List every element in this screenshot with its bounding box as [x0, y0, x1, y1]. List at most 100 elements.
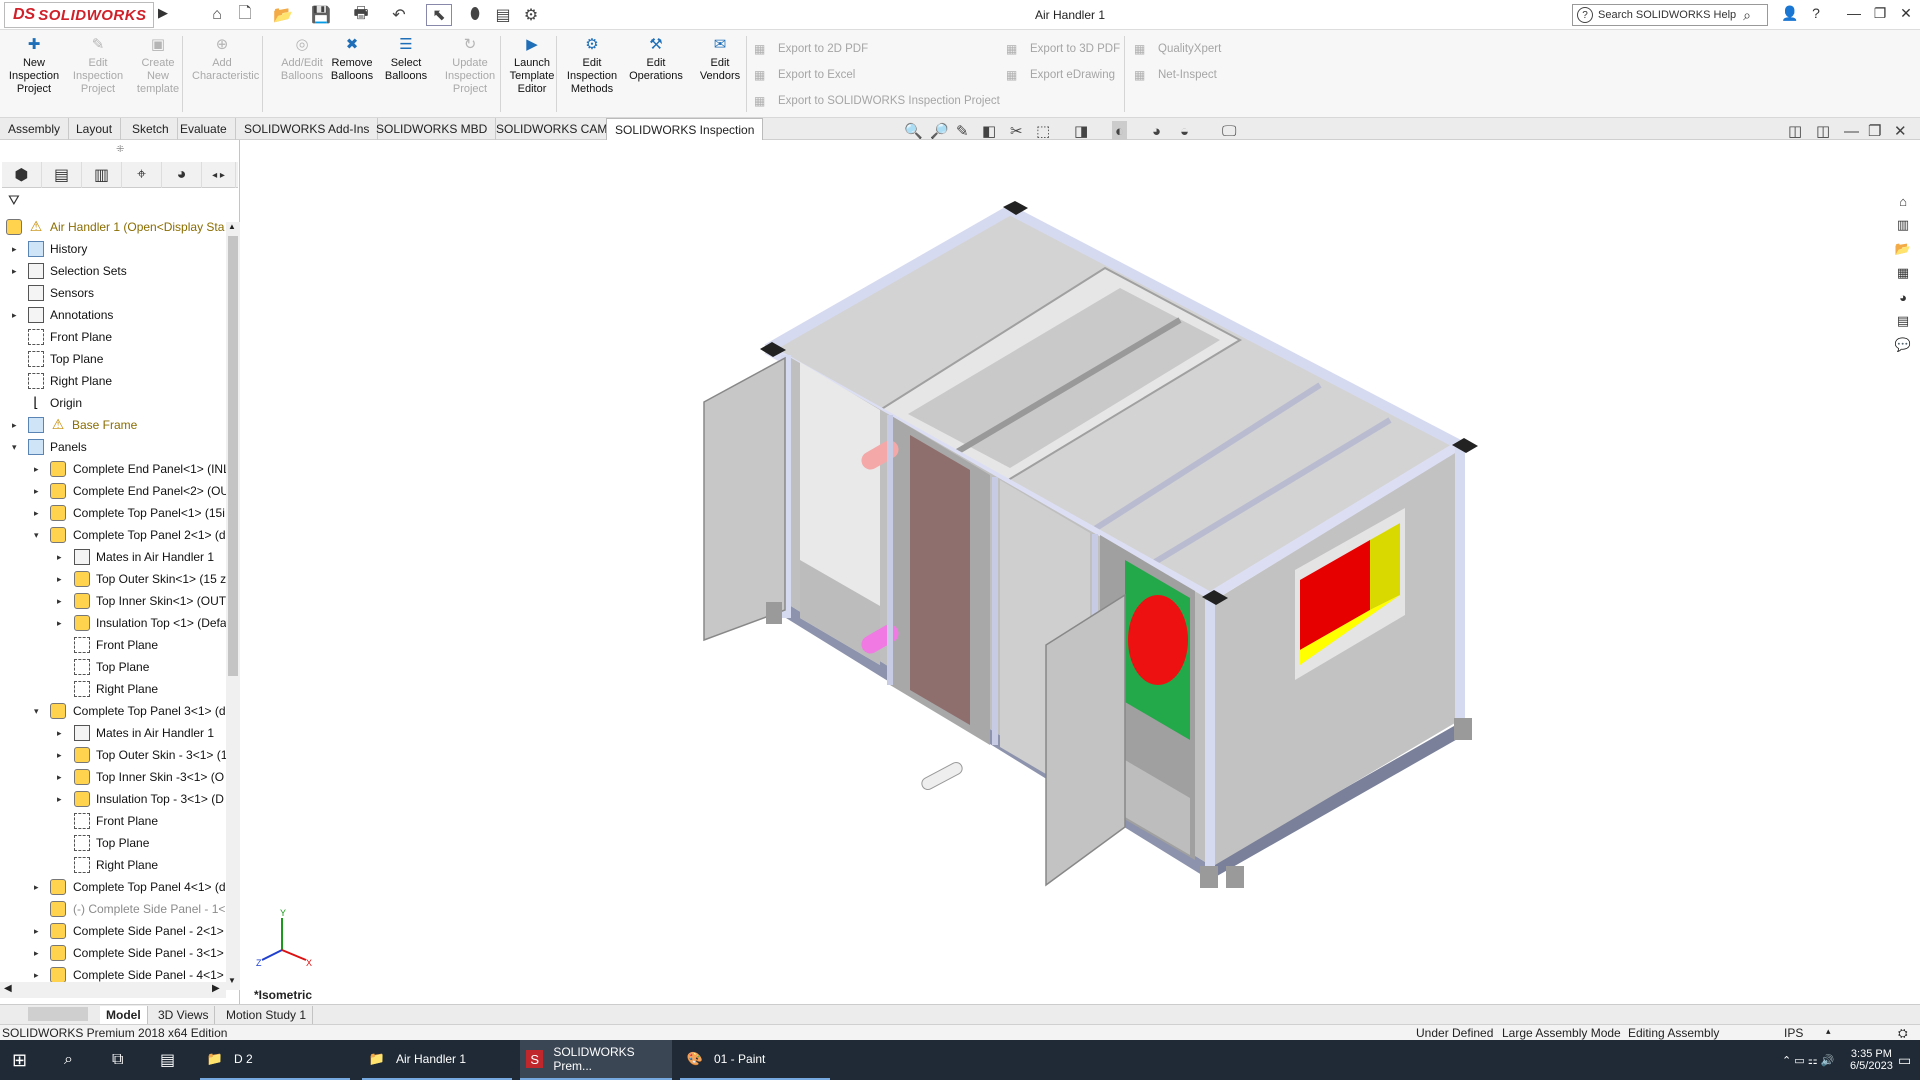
expand-icon[interactable]: ▸: [57, 568, 67, 590]
expand-icon[interactable]: ▸: [34, 502, 44, 524]
collapse-icon[interactable]: ▾: [34, 524, 44, 546]
tree-item[interactable]: (-) Complete Side Panel - 1<: [0, 898, 226, 920]
ribbon-button-11[interactable]: ✉ Edit Vendors: [690, 34, 750, 114]
taskbar-app-0[interactable]: 📁 D 2: [200, 1040, 350, 1080]
dynamic-annotation-icon[interactable]: ✂: [1010, 121, 1023, 141]
rebuild-icon[interactable]: ⬮: [466, 4, 484, 26]
units-dropdown-icon[interactable]: ▴: [1826, 1026, 1831, 1037]
tab-scroll-arrows[interactable]: [28, 1007, 88, 1021]
tree-item[interactable]: ▸ Mates in Air Handler 1: [0, 722, 226, 744]
export-2d-pdf-button[interactable]: ▦ Export to 2D PDF: [754, 42, 868, 56]
tree-horizontal-scrollbar[interactable]: ◀ ▶: [0, 982, 226, 998]
model-tab-0[interactable]: Model: [100, 1006, 148, 1024]
print-icon[interactable]: 🖶: [348, 4, 374, 26]
collapse-icon[interactable]: ▾: [34, 700, 44, 722]
tree-item[interactable]: ▸ Insulation Top - 3<1> (D: [0, 788, 226, 810]
tree-item[interactable]: ▸ History: [0, 238, 226, 260]
model-tab-2[interactable]: Motion Study 1: [220, 1006, 314, 1024]
edit-appearance-icon[interactable]: ◕: [1152, 121, 1161, 141]
tree-item[interactable]: Right Plane: [0, 678, 226, 700]
tree-item[interactable]: ▸ Top Outer Skin<1> (15 z: [0, 568, 226, 590]
tree-item[interactable]: ▸ Top Outer Skin - 3<1> (1: [0, 744, 226, 766]
close-icon[interactable]: ✕: [1894, 5, 1918, 25]
scroll-down-icon[interactable]: ▼: [228, 976, 236, 985]
tree-item[interactable]: ▸ Top Inner Skin -3<1> (O: [0, 766, 226, 788]
filter-icon[interactable]: ⛛: [8, 192, 20, 209]
tree-item[interactable]: Top Plane: [0, 348, 226, 370]
windows-start-icon[interactable]: ⊞: [12, 1040, 27, 1080]
collapse-icon[interactable]: ▾: [12, 436, 22, 458]
expand-icon[interactable]: ▸: [12, 304, 22, 326]
viewport-restore-icon[interactable]: ❐: [1868, 121, 1881, 141]
tree-item[interactable]: Right Plane: [0, 370, 226, 392]
view-palette-icon[interactable]: ▦: [1892, 262, 1914, 284]
ribbon-button-1[interactable]: ✎ Edit Inspection Project: [68, 34, 128, 114]
panel-grip-icon[interactable]: ⁜: [116, 144, 124, 155]
tab-7[interactable]: SOLIDWORKS Inspection: [606, 118, 764, 140]
model-tab-1[interactable]: 3D Views: [152, 1006, 216, 1024]
tree-item[interactable]: ▾ Panels: [0, 436, 226, 458]
tree-item[interactable]: ▸ Mates in Air Handler 1: [0, 546, 226, 568]
custom-properties-icon[interactable]: ▤: [1892, 310, 1914, 332]
taskbar-app-2[interactable]: S SOLIDWORKS Prem...: [520, 1040, 672, 1080]
apply-scene-icon[interactable]: ◒: [1180, 121, 1189, 141]
ribbon-button-2[interactable]: ▣ Create New template: [128, 34, 188, 114]
view-orientation-icon[interactable]: ⬚: [1036, 121, 1050, 141]
viewport-tile-left-icon[interactable]: ◫: [1788, 121, 1802, 141]
undo-icon[interactable]: ↶: [386, 4, 412, 26]
solidworks-logo[interactable]: DS SOLIDWORKS: [4, 2, 154, 28]
restore-icon[interactable]: ❐: [1868, 5, 1892, 25]
viewport-close-icon[interactable]: ✕: [1894, 121, 1907, 141]
expand-icon[interactable]: ▸: [57, 766, 67, 788]
expand-icon[interactable]: ▸: [12, 238, 22, 260]
customize-status-icon[interactable]: ⛭: [1898, 1026, 1908, 1041]
dimxpert-manager-icon[interactable]: ⌖: [122, 162, 162, 188]
tree-item[interactable]: Top Plane: [0, 656, 226, 678]
appearances-icon[interactable]: ◕: [1892, 286, 1914, 308]
export-excel-button[interactable]: ▦ Export to Excel: [754, 68, 855, 82]
solidworks-resources-icon[interactable]: ⌂: [1892, 190, 1914, 212]
ribbon-button-3[interactable]: ⊕ Add Characteristic: [192, 34, 259, 114]
scroll-right-icon[interactable]: ▶: [212, 983, 220, 994]
display-style-icon[interactable]: ◨: [1074, 121, 1088, 141]
property-manager-icon[interactable]: ▤: [42, 162, 82, 188]
expand-icon[interactable]: ▸: [34, 876, 44, 898]
tab-1[interactable]: Layout: [68, 118, 122, 140]
tab-4[interactable]: SOLIDWORKS Add-Ins: [236, 118, 379, 140]
tree-item[interactable]: ▸ Complete Top Panel<1> (15i: [0, 502, 226, 524]
scroll-up-icon[interactable]: ▲: [228, 222, 236, 231]
clock[interactable]: 3:35 PM 6/5/2023: [1850, 1042, 1893, 1078]
tree-vertical-scrollbar[interactable]: ▲ ▼: [226, 222, 240, 990]
tab-0[interactable]: Assembly: [0, 118, 70, 140]
file-explorer-icon[interactable]: 📂: [1892, 238, 1914, 260]
display-manager-icon[interactable]: ◕: [162, 162, 202, 188]
viewport-tile-right-icon[interactable]: ◫: [1816, 121, 1830, 141]
viewport-minimize-icon[interactable]: —: [1844, 121, 1859, 141]
expand-icon[interactable]: ▸: [12, 414, 22, 436]
task-view-icon[interactable]: ⧉: [112, 1040, 123, 1080]
open-icon[interactable]: 📂: [270, 4, 296, 26]
graphics-area[interactable]: Y X Z: [240, 140, 1890, 1004]
tab-6[interactable]: SOLIDWORKS CAM: [488, 118, 617, 140]
net-inspect-button[interactable]: ▦ Net-Inspect: [1134, 68, 1217, 82]
tree-root-assembly[interactable]: ⚠ Air Handler 1 (Open<Display Sta: [0, 216, 226, 238]
help-icon[interactable]: ?: [1804, 5, 1828, 25]
tree-item[interactable]: ▸ Top Inner Skin<1> (OUT: [0, 590, 226, 612]
tree-item[interactable]: Front Plane: [0, 810, 226, 832]
tree-item[interactable]: ▸ Complete End Panel<1> (INL: [0, 458, 226, 480]
tab-3[interactable]: Evaluate: [172, 118, 236, 140]
tree-item[interactable]: Front Plane: [0, 326, 226, 348]
ribbon-button-9[interactable]: ⚙ Edit Inspection Methods: [562, 34, 622, 114]
air-handler-3d-model[interactable]: [240, 140, 1890, 1004]
zoom-to-fit-icon[interactable]: 🔍: [904, 121, 923, 141]
ribbon-button-7[interactable]: ↻ Update Inspection Project: [440, 34, 500, 114]
tree-item[interactable]: Front Plane: [0, 634, 226, 656]
tree-item[interactable]: ⌊ Origin: [0, 392, 226, 414]
notifications-icon[interactable]: ▭: [1898, 1040, 1911, 1080]
qualityxpert-button[interactable]: ▦ QualityXpert: [1134, 42, 1221, 56]
expand-icon[interactable]: ▸: [57, 590, 67, 612]
options-gear-icon[interactable]: ⚙: [518, 4, 544, 26]
design-library-icon[interactable]: ▥: [1892, 214, 1914, 236]
expand-icon[interactable]: ▸: [34, 920, 44, 942]
ribbon-button-8[interactable]: ▶ Launch Template Editor: [502, 34, 562, 114]
